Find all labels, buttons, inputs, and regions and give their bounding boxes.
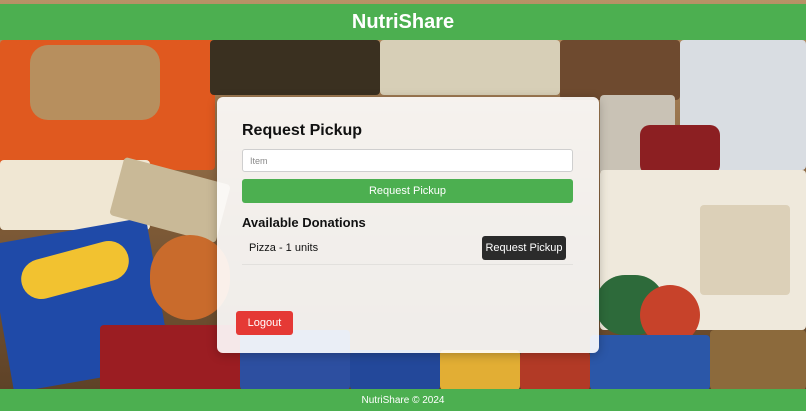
top-navbar: NutriShare xyxy=(0,4,806,40)
available-donations-heading: Available Donations xyxy=(242,215,366,230)
card-title: Request Pickup xyxy=(242,122,363,139)
logout-button[interactable]: Logout xyxy=(236,311,293,335)
brand-title: NutriShare xyxy=(351,10,455,33)
footer-copyright: NutriShare © 2024 xyxy=(361,394,445,406)
request-pickup-card: Request Pickup Request Pickup Available … xyxy=(217,97,599,353)
footer: NutriShare © 2024 xyxy=(0,389,806,411)
request-pickup-submit-button[interactable]: Request Pickup xyxy=(242,179,573,203)
donation-list-item: Pizza - 1 units Request Pickup xyxy=(242,231,573,265)
donation-label: Pizza - 1 units xyxy=(249,242,319,254)
donation-request-pickup-button[interactable]: Request Pickup xyxy=(482,236,566,260)
item-input[interactable] xyxy=(242,149,573,172)
